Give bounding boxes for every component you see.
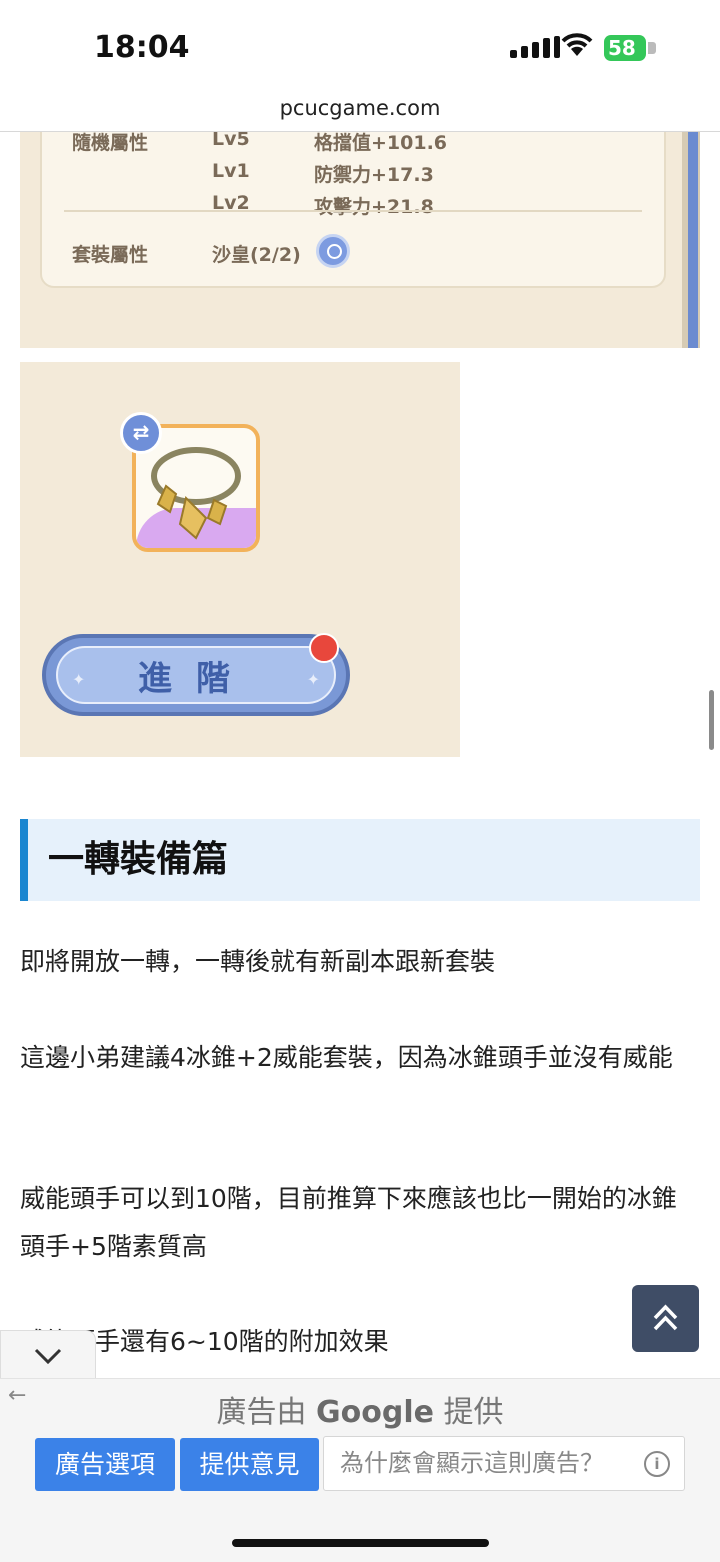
ad-title-suffix: 提供	[443, 1395, 504, 1430]
ad-collapse-button[interactable]	[0, 1330, 96, 1380]
google-logo: Google	[316, 1395, 434, 1430]
set-attr-label: 套裝屬性	[72, 244, 149, 266]
paragraph: 威能頭手還有6~10階的附加效果	[20, 1327, 389, 1356]
ad-banner: ← 廣告由 Google 提供 廣告選項 提供意見 為什麼會顯示這則廣告？ i	[0, 1378, 720, 1562]
stats-panel: 隨機屬性 Lv5 格擋值+101.6 Lv1 防禦力+17.3 Lv2 攻擊力+…	[40, 132, 666, 288]
cellular-signal-icon	[510, 36, 560, 58]
clock-time: 18:04	[94, 30, 190, 65]
back-to-top-button[interactable]	[632, 1285, 699, 1352]
chevron-double-up-icon	[653, 1304, 678, 1331]
swap-icon: ⇄	[120, 412, 162, 454]
advance-button-label: 進階	[138, 659, 254, 699]
section-heading: 一轉裝備篇	[20, 819, 700, 901]
scrollbar[interactable]	[709, 690, 714, 750]
stat-value: 攻擊力+21.8	[314, 196, 434, 218]
zoom-in-icon	[316, 234, 350, 268]
stat-level: Lv1	[212, 160, 250, 182]
ad-title: 廣告由 Google 提供	[0, 1387, 720, 1431]
paragraph: 即將開放一轉，一轉後就有新副本跟新套裝	[20, 947, 496, 976]
stat-level: Lv5	[212, 132, 250, 150]
paragraph: 這邊小弟建議4冰錐+2威能套裝，因為冰錐頭手並沒有威能	[20, 1043, 673, 1072]
advance-button: ✦ ✦ 進階	[42, 634, 350, 716]
home-indicator[interactable]	[232, 1539, 489, 1547]
game-screenshot-stats: 隨機屬性 Lv5 格擋值+101.6 Lv1 防禦力+17.3 Lv2 攻擊力+…	[20, 132, 700, 348]
ad-feedback-button[interactable]: 提供意見	[180, 1438, 319, 1491]
stat-value: 防禦力+17.3	[314, 164, 434, 186]
info-icon: i	[644, 1451, 670, 1477]
ad-title-prefix: 廣告由	[216, 1395, 307, 1430]
battery-tip	[648, 42, 656, 54]
status-bar: 18:04 58	[0, 0, 720, 96]
set-attr-value: 沙皇(2/2)	[212, 244, 301, 266]
stat-value: 格擋值+101.6	[314, 132, 448, 154]
ad-options-button[interactable]: 廣告選項	[35, 1438, 175, 1491]
notification-dot	[309, 633, 339, 663]
wifi-icon	[561, 33, 593, 56]
why-this-ad-text: 為什麼會顯示這則廣告？	[340, 1449, 604, 1477]
random-attr-label: 隨機屬性	[72, 132, 149, 154]
chevron-down-icon	[34, 1348, 62, 1365]
heading-accent-bar	[20, 819, 28, 901]
game-screenshot-item: ⇄ ✦ ✦ 進階	[20, 362, 460, 757]
paragraph: 威能頭手可以到10階，目前推算下來應該也比一開始的冰錐頭手+5階素質高	[20, 1184, 677, 1261]
heading-text: 一轉裝備篇	[48, 839, 229, 880]
why-this-ad-button[interactable]: 為什麼會顯示這則廣告？ i	[323, 1436, 685, 1491]
battery-level: 58	[608, 36, 636, 60]
address-bar[interactable]: pcucgame.com	[0, 96, 720, 132]
battery-icon: 58	[604, 35, 646, 61]
stats-divider	[64, 210, 642, 212]
scroll-rail	[682, 132, 700, 348]
